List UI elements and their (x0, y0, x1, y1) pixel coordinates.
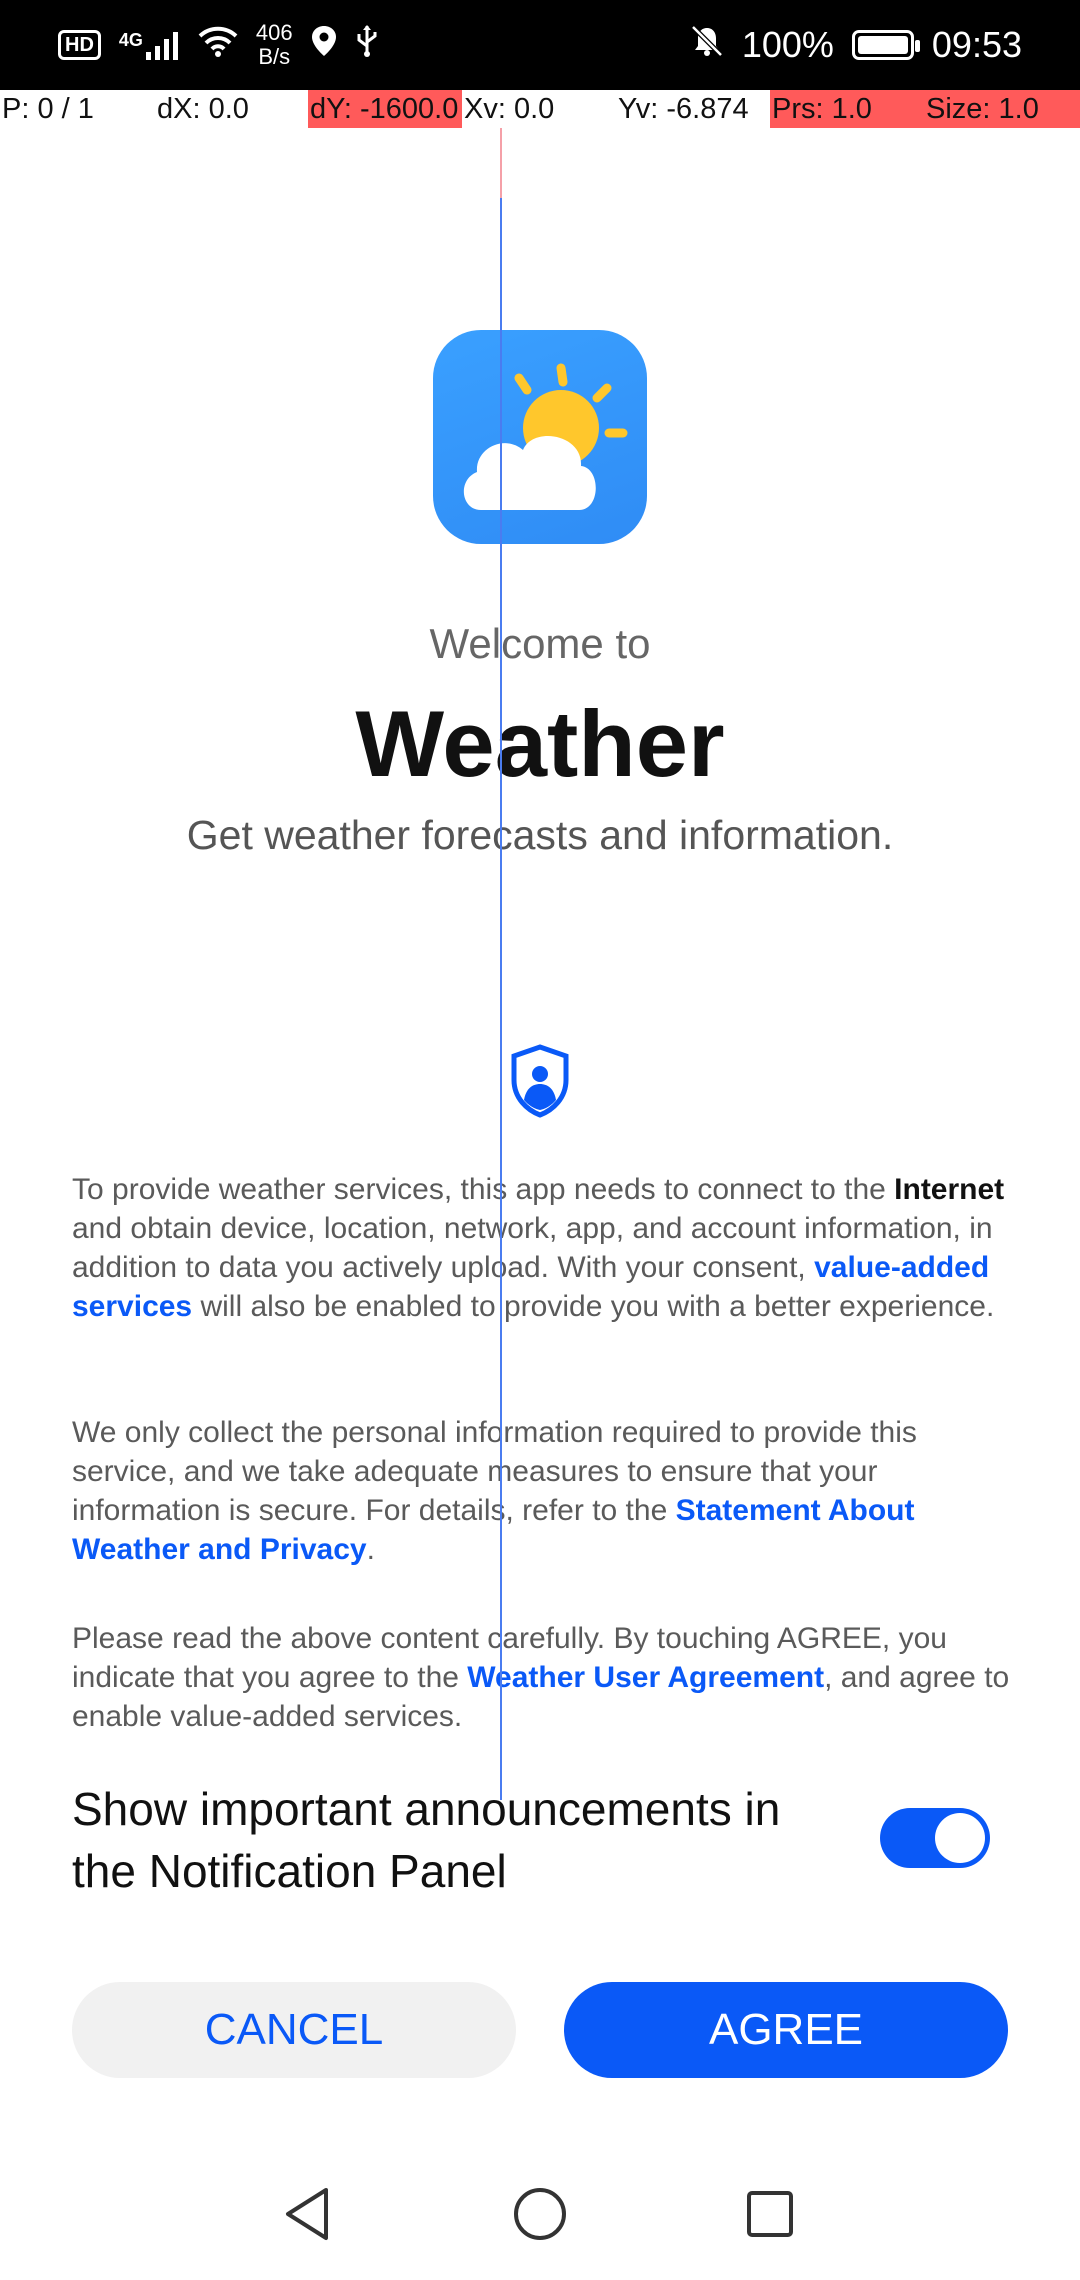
debug-pressure: Prs: 1.0 (770, 90, 924, 128)
app-name-heading: Weather (355, 691, 725, 796)
clock: 09:53 (931, 24, 1022, 65)
tagline: Get weather forecasts and information. (186, 812, 894, 858)
weather-app-icon (433, 330, 647, 544)
toggle-knob (935, 1813, 985, 1863)
agree-button[interactable]: AGREE (564, 1982, 1008, 2078)
hd-badge: HD (58, 30, 101, 60)
wifi-icon (198, 24, 238, 66)
notification-toggle[interactable] (880, 1808, 990, 1868)
privacy-paragraph-1: To provide weather services, this app ne… (72, 1170, 1012, 1326)
debug-dy: dY: -1600.0 (308, 90, 462, 128)
debug-xv: Xv: 0.0 (464, 93, 555, 125)
battery-percent: 100% (741, 24, 834, 65)
privacy-paragraph-3: Please read the above content carefully.… (72, 1619, 1012, 1736)
status-left: HD 4G 406 B/s (58, 21, 379, 69)
pointer-trace-line (500, 128, 502, 198)
pointer-debug-bar: P: 0 / 1 dX: 0.0 dY: -1600.0 Xv: 0.0 Yv:… (0, 90, 1080, 128)
recents-square-icon[interactable] (738, 2182, 802, 2246)
network-type: 4G (118, 30, 143, 50)
user-agreement-link[interactable]: Weather User Agreement (467, 1661, 824, 1694)
privacy-shield-icon (509, 1044, 571, 1118)
p1-text-c: will also be enabled to provide you with… (192, 1290, 995, 1323)
net-speed-unit: B/s (258, 44, 291, 69)
debug-pointer-count: P: 0 / 1 (2, 93, 94, 125)
internet-emphasis: Internet (894, 1173, 1005, 1206)
bell-muted-icon (690, 24, 724, 67)
p2-text-b: . (366, 1533, 375, 1566)
debug-yv: Yv: -6.874 (618, 93, 749, 125)
notification-setting-label: Show important announcements in the Noti… (72, 1783, 781, 1897)
debug-dx: dX: 0.0 (157, 93, 249, 125)
home-circle-icon[interactable] (508, 2182, 572, 2246)
pointer-crosshair-line (500, 128, 502, 1800)
welcome-text: Welcome to (429, 620, 651, 667)
cancel-button[interactable]: CANCEL (72, 1982, 516, 2078)
status-bar: HD 4G 406 B/s 100% 09:53 (0, 0, 1080, 90)
notification-setting-row: Show important announcements in the Noti… (72, 1778, 1012, 1908)
net-speed: 406 B/s (256, 21, 293, 69)
system-nav-bar (0, 2170, 1080, 2260)
net-speed-value: 406 (255, 20, 293, 45)
back-triangle-icon[interactable] (276, 2182, 340, 2246)
status-right: 100% 09:53 (690, 24, 1022, 67)
privacy-paragraph-2: We only collect the personal information… (72, 1413, 1012, 1569)
battery-charging-icon (851, 30, 920, 60)
cellular-signal-icon: 4G (119, 30, 180, 60)
p1-text-a: To provide weather services, this app ne… (72, 1173, 895, 1206)
debug-size: Size: 1.0 (924, 90, 1080, 128)
location-pin-icon (311, 24, 337, 66)
usb-icon (355, 24, 379, 67)
